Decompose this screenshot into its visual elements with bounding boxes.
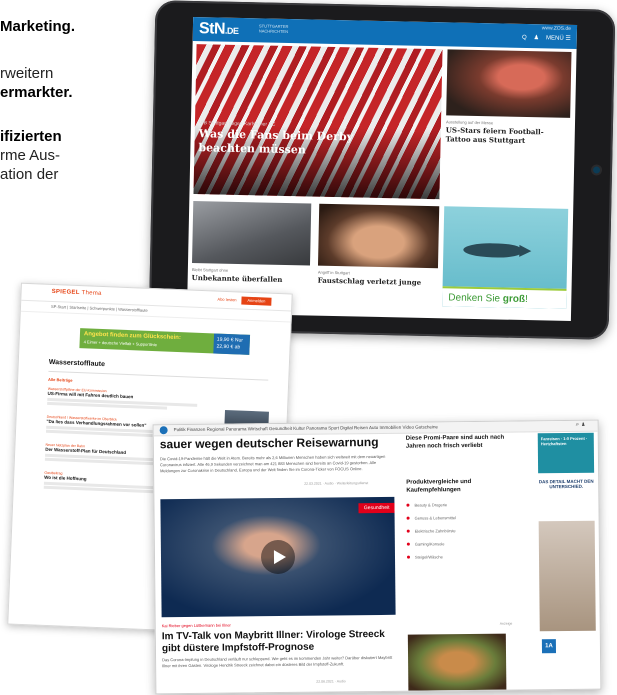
list-item[interactable]: Genuss & Lebensmittel <box>407 514 527 520</box>
list-item[interactable]: Steigel/Wäsche <box>407 553 527 559</box>
tile1-headline[interactable]: Unbekannte überfallen <box>192 273 310 284</box>
article-headline[interactable]: sauer wegen deutscher Reisewarnung <box>160 435 400 451</box>
tile2-headline[interactable]: Faustschlag verletzt junge <box>318 276 436 287</box>
play-icon[interactable] <box>260 539 296 575</box>
tablet-device: StN.DE STUTTGARTER NACHRICHTEN www.ZOS.d… <box>148 0 616 340</box>
ressort-title: Wasserstofflaute <box>48 358 106 369</box>
ad-image-person <box>538 520 596 632</box>
side-article-kicker: Ausstellung auf der Messe <box>445 119 494 126</box>
ad-skyscraper[interactable]: Fanreisen · 1:0 Prozent · Hertzhaftsten … <box>537 432 597 684</box>
divider <box>48 370 269 381</box>
list-item[interactable]: Beauty & Drogerie <box>406 501 526 507</box>
teaser-image-food[interactable] <box>407 633 507 691</box>
tile-image-fist[interactable] <box>317 203 440 269</box>
spiegel-logo[interactable]: SPIEGEL Thema <box>52 289 102 297</box>
tile2-kicker: Angriff in Stuttgart <box>317 269 350 276</box>
ad-logo[interactable]: 1A <box>541 639 557 654</box>
video-player[interactable]: Gesundheit <box>160 496 396 618</box>
user-icon[interactable]: ♟ <box>534 34 540 41</box>
article-date: 22.03.2021 · Audio · Weiterleitungsdiens… <box>304 481 369 486</box>
anmelden-button[interactable]: Anmelden <box>241 296 272 306</box>
ad-banner-whale[interactable]: Denken Sie groß! <box>442 206 569 309</box>
promo-line-1: Marketing. <box>0 18 76 35</box>
spiegel-ad-banner[interactable]: Angebot finden zum Glückschein: 4 Eimer … <box>79 328 251 355</box>
list-item[interactable]: Wasserstoffpläne der EU-Kommission US-Fi… <box>47 387 218 412</box>
list-item[interactable]: Elektrische Zahnbürste <box>407 527 527 533</box>
search-icon[interactable]: ⌕ ♟ <box>576 422 586 429</box>
promo-line-2: rweitern <box>0 65 54 82</box>
tile-image-building[interactable] <box>192 201 312 266</box>
product-compare-title: Produktvergleiche und Kaufempfehlungen <box>406 479 472 494</box>
promo-line-3: ermarkter. <box>0 84 73 101</box>
side-article-image[interactable] <box>446 49 572 118</box>
stn-nav: Q ♟ MENÜ ☰ <box>522 34 571 42</box>
stn-logo[interactable]: StN.DE <box>199 20 239 40</box>
whale-shape <box>463 242 522 258</box>
menu-button[interactable]: MENÜ ☰ <box>546 34 571 42</box>
search-icon[interactable]: Q <box>522 34 527 40</box>
tablet-camera <box>592 166 601 174</box>
list-item[interactable]: Gaming/Konsole <box>407 540 527 546</box>
news-nav-bar: Politik Finanzen Regional Panorama Wirts… <box>153 420 598 437</box>
article-lead: Die Covid-19-Pandemie hält die Welt in A… <box>159 453 386 474</box>
abo-link[interactable]: Abo testen <box>217 297 236 303</box>
stn-domain: www.ZOS.de <box>541 25 572 32</box>
right-column: Diese Promi-Paare sind auch nach Jahren … <box>406 433 527 560</box>
article2-headline[interactable]: Im TV-Talk von Maybritt Illner: Virologe… <box>162 629 402 656</box>
article2-lead: Das Corona-Impfung in Deutschland verläu… <box>162 654 393 669</box>
ad-slogan: DAS DETAIL MACHT DEN UNTERSCHIED. <box>538 478 594 490</box>
stn-logo-subtitle: STUTTGARTER NACHRICHTEN <box>258 23 289 35</box>
promo-line-4: ifizierten <box>0 128 62 145</box>
tile1-kicker: Bleibt Stuttgart ohne <box>191 267 229 273</box>
banner-sub: 4 Eimer + deutsche Vielfalt + Supportlin… <box>83 339 158 348</box>
news-website: Politik Finanzen Regional Panorama Wirts… <box>152 419 602 695</box>
article2-kicker: Kai Rieber gegen Lüttkemann bei Illner <box>161 622 231 629</box>
side-article-headline[interactable]: US-Stars feiern Football-Tattoo aus Stut… <box>446 125 566 146</box>
promo-line-5: rme Aus- <box>0 147 61 164</box>
site-logo[interactable] <box>159 426 168 435</box>
anzeige-label: Anzeige <box>499 621 513 626</box>
promo-line-6: ation der <box>0 166 59 183</box>
promi-teaser[interactable]: Diese Promi-Paare sind auch nach Jahren … <box>406 434 506 451</box>
category-badge: Gesundheit <box>358 502 395 514</box>
ad-slogan: Denken Sie groß! <box>448 292 528 306</box>
ad-travel[interactable]: Fanreisen · 1:0 Prozent · Hertzhaftsten <box>537 432 595 474</box>
news-menu[interactable]: Politik Finanzen Regional Panorama Wirts… <box>174 424 438 432</box>
section-label: Alle Beiträge <box>48 376 73 383</box>
banner-price: 19,90 € Nur 22,90 € ab <box>213 333 251 355</box>
stn-website: StN.DE STUTTGARTER NACHRICHTEN www.ZOS.d… <box>186 17 578 321</box>
hero-headline[interactable]: Was die Fans beim Derby beachten müssen <box>198 127 399 159</box>
article2-date: 22.06.2021 · Audio <box>316 679 346 684</box>
